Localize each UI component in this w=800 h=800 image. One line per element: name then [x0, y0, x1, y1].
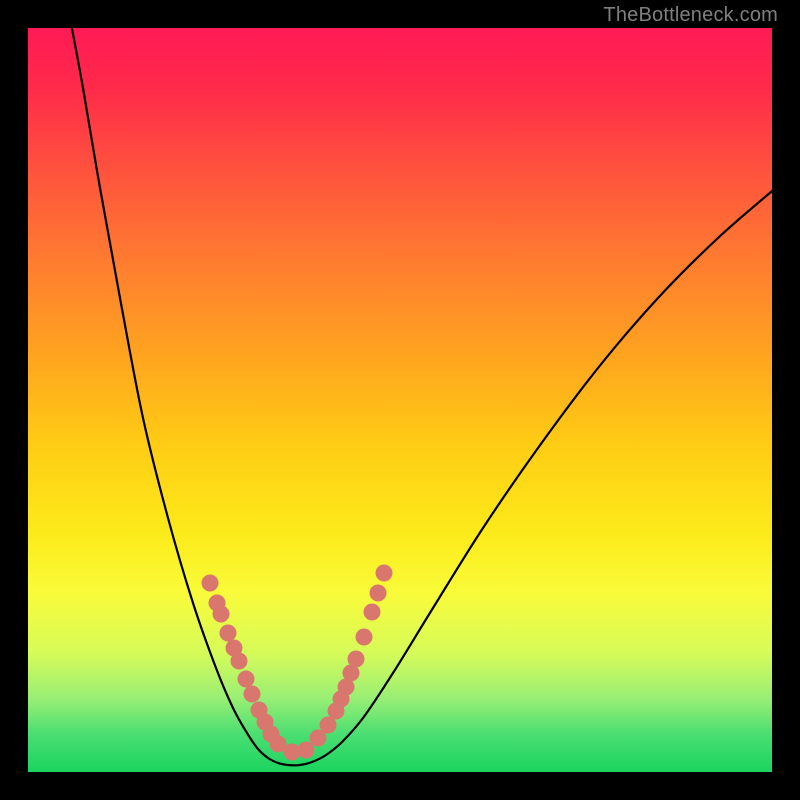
chart-marker — [231, 653, 248, 670]
chart-plot-area — [28, 28, 772, 772]
chart-svg — [28, 28, 772, 772]
chart-marker — [238, 671, 255, 688]
chart-marker — [213, 606, 230, 623]
chart-marker — [220, 625, 237, 642]
chart-curve — [70, 18, 782, 765]
chart-marker — [348, 651, 365, 668]
chart-marker — [202, 575, 219, 592]
chart-marker — [244, 686, 261, 703]
watermark-text: TheBottleneck.com — [603, 4, 778, 27]
chart-marker — [298, 742, 315, 759]
chart-markers — [202, 565, 393, 761]
chart-marker — [376, 565, 393, 582]
chart-marker — [364, 604, 381, 621]
chart-marker — [370, 585, 387, 602]
chart-marker — [356, 629, 373, 646]
